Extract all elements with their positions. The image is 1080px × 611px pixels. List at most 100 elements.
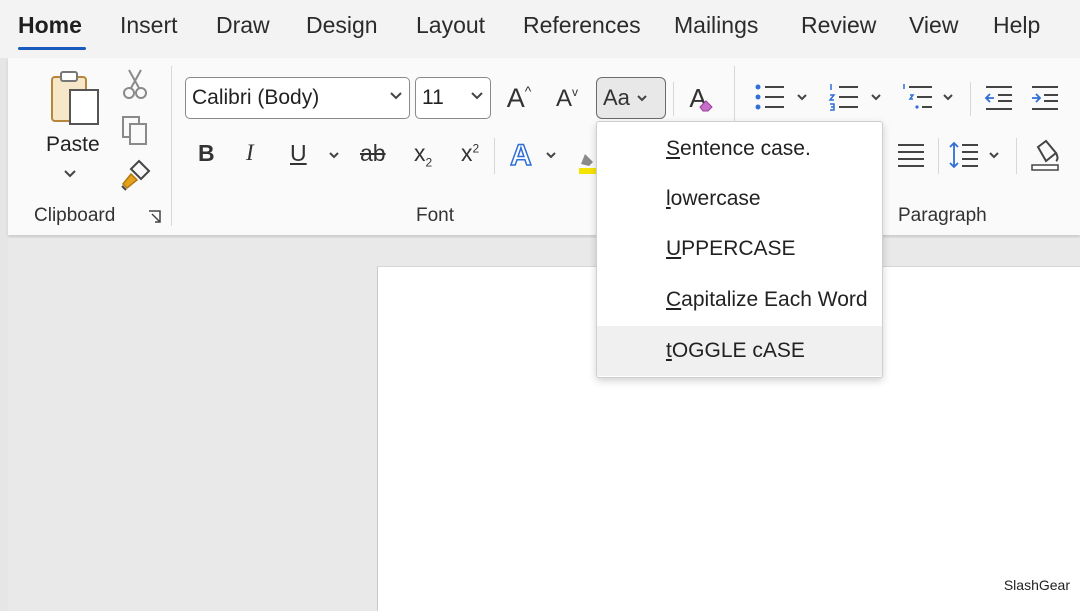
font-name-combobox[interactable] [185,77,410,119]
increase-indent-button[interactable] [1028,82,1062,114]
numbered-list-icon [828,84,858,111]
text-effects-dropdown[interactable] [543,148,559,162]
grow-font-button[interactable]: A ^ [501,80,537,116]
menu-item-label: owercase [670,187,761,210]
format-painter-icon [121,159,151,191]
menu-item-accelerator: S [666,137,681,160]
font-name-input[interactable] [192,86,366,110]
justify-button[interactable] [894,140,928,170]
tab-review[interactable]: Review [801,12,876,39]
separator [171,66,172,226]
font-size-input[interactable] [422,86,477,110]
clipboard-dialog-launcher[interactable] [146,208,164,226]
decrease-indent-button[interactable] [982,82,1016,114]
decrease-indent-icon [984,86,1012,110]
tab-design[interactable]: Design [306,12,378,39]
separator [938,138,939,174]
menu-item-accelerator: U [666,237,682,260]
cut-button[interactable] [120,68,150,100]
copy-icon [122,116,147,145]
tab-references[interactable]: References [523,12,641,39]
tab-draw[interactable]: Draw [216,12,270,39]
eraser-icon [699,100,713,112]
text-effects-button[interactable]: A [505,138,537,174]
ribbon-tabs: Home Insert Draw Design Layout Reference… [0,0,1080,58]
text-effects-icon: A [509,138,532,173]
format-painter-button[interactable] [118,158,154,192]
chevron-down-icon [637,94,647,101]
separator [734,66,735,126]
line-spacing-dropdown[interactable] [986,148,1002,162]
menu-item-label: apitalize Each Word [681,288,868,311]
underline-options-dropdown[interactable] [326,148,342,162]
chevron-down-icon [989,151,999,158]
menu-item-label: OGGLE cASE [671,339,805,362]
separator [494,138,495,174]
chevron-down-icon [329,151,339,158]
clipboard-group-label: Clipboard [34,205,116,226]
paragraph-group-label: Paragraph [898,205,987,226]
multilevel-dropdown[interactable] [940,90,956,104]
active-tab-indicator [18,47,86,50]
menu-item-accelerator: C [666,288,682,311]
subscript-mark: 2 [425,155,433,170]
shrink-font-button[interactable]: Av [551,82,583,116]
tab-insert[interactable]: Insert [120,12,178,39]
menu-item-uppercase[interactable]: UPPERCASE [597,224,882,274]
line-spacing-icon [949,141,978,169]
subscript-button[interactable]: x2 [414,140,432,170]
tab-help[interactable]: Help [993,12,1040,39]
chevron-down-icon [546,151,556,158]
tab-mailings[interactable]: Mailings [674,12,758,39]
separator [1016,138,1017,174]
separator [673,82,674,116]
multilevel-list-button[interactable] [900,80,936,114]
paste-options-dropdown[interactable] [60,165,80,181]
font-size-combobox[interactable] [415,77,491,119]
clear-formatting-button[interactable]: A [680,80,716,116]
menu-item-label: PPERCASE [681,237,796,260]
paste-label: Paste [46,133,100,156]
increase-indent-icon [1032,86,1058,110]
subscript-base: x [414,140,426,166]
menu-item-lowercase[interactable]: lowercase [597,174,882,224]
shading-button[interactable] [1028,138,1062,172]
change-case-icon: Aa [603,85,630,110]
strikethrough-button[interactable]: ab [360,140,386,167]
chevron-down-icon [390,92,402,100]
bullets-button[interactable] [752,80,788,114]
highlighter-icon [579,154,597,174]
scissors-icon [123,69,147,99]
separator [970,82,971,116]
tab-layout[interactable]: Layout [416,12,485,39]
justify-icon [898,144,924,167]
superscript-mark: 2 [472,141,480,156]
chevron-down-icon [471,92,483,100]
paste-icon [51,71,99,125]
numbering-dropdown[interactable] [868,90,884,104]
underline-button[interactable]: U [290,140,307,167]
menu-item-toggle-case[interactable]: tOGGLE cASE [597,326,882,376]
change-case-menu: Sentence case. lowercase UPPERCASE Capit… [596,121,883,378]
text-highlight-button[interactable] [579,150,597,174]
dialog-launcher-icon [149,210,161,223]
bullet-list-icon [755,84,784,110]
copy-button[interactable] [118,113,152,147]
paint-bucket-icon [1031,139,1059,171]
italic-button[interactable]: I [246,140,254,166]
bullets-dropdown[interactable] [794,90,810,104]
chevron-down-icon [64,169,76,177]
bold-button[interactable]: B [198,140,215,167]
tab-home[interactable]: Home [18,12,82,39]
tab-view[interactable]: View [909,12,958,39]
line-spacing-button[interactable] [946,138,982,172]
superscript-button[interactable]: x2 [461,140,479,167]
menu-item-capitalize-each-word[interactable]: Capitalize Each Word [597,275,882,325]
chevron-down-icon [871,93,881,100]
paste-button[interactable] [46,68,104,128]
multilevel-list-icon [903,84,932,109]
superscript-base: x [461,140,473,166]
menu-item-sentence-case[interactable]: Sentence case. [597,124,882,174]
numbering-button[interactable] [826,80,862,114]
change-case-button[interactable]: Aa [596,77,666,119]
